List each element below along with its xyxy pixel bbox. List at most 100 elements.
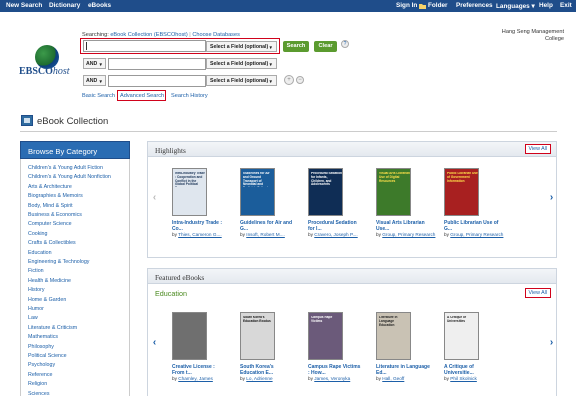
category-link[interactable]: Law (28, 315, 38, 321)
book-cover[interactable]: Public Librarian Use of Government Infor… (444, 168, 479, 216)
category-link[interactable]: Home & Garden (28, 297, 66, 303)
add-row-icon[interactable]: + (284, 75, 294, 85)
category-link[interactable]: Religion (28, 381, 47, 387)
category-link[interactable]: Crafts & Collectibles (28, 240, 76, 246)
book-author-link[interactable]: Hall, Geoff (382, 376, 404, 381)
clear-button[interactable]: Clear (314, 40, 337, 52)
category-link[interactable]: Humor (28, 306, 44, 312)
book-author: by Cravero, Joseph P.... (308, 232, 368, 238)
book-author-link[interactable]: Group, Primary Research (450, 232, 503, 237)
search-input-2[interactable] (108, 57, 206, 70)
book-title-link[interactable]: South Korea's Education E... (240, 364, 295, 376)
category-link[interactable]: Political Science (28, 353, 67, 359)
book-cover-text: Visual Arts Librarian Use of Digital Res… (379, 172, 410, 183)
featured-subtitle: Education (155, 289, 187, 298)
book-title-link[interactable]: Visual Arts Librarian Use... (376, 220, 431, 232)
category-link[interactable]: Mathematics (28, 334, 58, 340)
book-cover-text (175, 316, 206, 331)
category-link[interactable]: Philosophy (28, 344, 54, 350)
category-link[interactable]: Health & Medicine (28, 278, 71, 284)
help-link[interactable]: Help (539, 2, 553, 9)
category-link[interactable]: Education (28, 250, 52, 256)
search-history-link[interactable]: Search History (171, 93, 208, 99)
book-title-link[interactable]: Procedural Sedation for I... (308, 220, 363, 232)
remove-row-icon[interactable]: − (296, 76, 304, 84)
category-link[interactable]: Reference (28, 372, 52, 378)
book-title-link[interactable]: Intra-Industry Trade : Co... (172, 220, 227, 232)
book-cover[interactable]: Visual Arts Librarian Use of Digital Res… (376, 168, 411, 216)
book-title-link[interactable]: Guidelines for Air and G... (240, 220, 295, 232)
field-select-1[interactable]: Select a Field (optional) ▼ (206, 40, 277, 52)
book-cover-text: Intra-Industry Trade : Cooperation and C… (175, 172, 205, 187)
folder-link[interactable]: Folder (428, 2, 448, 9)
book-author-prefix: by (444, 232, 449, 237)
book-author-link[interactable]: Lo, Adrienne (246, 376, 272, 381)
book-author-link[interactable]: Cravero, Joseph P.... (314, 232, 357, 237)
highlights-next-arrow[interactable]: › (548, 190, 555, 206)
sign-in-link[interactable]: Sign In (396, 2, 417, 9)
exit-link[interactable]: Exit (560, 2, 572, 9)
category-link[interactable]: Biographies & Memoirs (28, 193, 83, 199)
ebooks-link[interactable]: eBooks (88, 2, 111, 9)
ebook-collection-icon (21, 115, 33, 126)
featured-view-all[interactable]: View All (524, 288, 551, 298)
book-title-link[interactable]: Literature in Language Ed... (376, 364, 431, 376)
book-cover[interactable]: Guidelines for Air and Ground Transport … (240, 168, 275, 216)
highlights-view-all[interactable]: View All (524, 144, 551, 154)
search-button[interactable]: Search (283, 40, 309, 52)
book-author-link[interactable]: Chamley, James (178, 376, 213, 381)
featured-prev-arrow[interactable]: ‹ (151, 335, 158, 351)
dictionary-link[interactable]: Dictionary (49, 2, 80, 9)
featured-title: Featured eBooks (155, 273, 205, 282)
book-author-link[interactable]: Group, Primary Research (382, 232, 435, 237)
field-select-3[interactable]: Select a Field (optional) ▼ (206, 75, 277, 86)
category-link[interactable]: Arts & Architecture (28, 184, 72, 190)
category-link[interactable]: Engineering & Technology (28, 259, 89, 265)
book-cover[interactable]: Intra-Industry Trade : Cooperation and C… (172, 168, 207, 216)
book-title-link[interactable]: Creative License : From t... (172, 364, 227, 376)
book-author-link[interactable]: Insoft, Robert M.... (246, 232, 285, 237)
book-author: by Group, Primary Research (376, 232, 436, 238)
book-author-link[interactable]: James, Veronyka (314, 376, 350, 381)
search-input-3[interactable] (108, 74, 206, 87)
category-link[interactable]: History (28, 287, 44, 293)
search-input-1[interactable] (83, 40, 206, 52)
book-author-link[interactable]: Phil Skolnick (450, 376, 477, 381)
book-cover[interactable]: Literature in Language Education (376, 312, 411, 360)
featured-next-arrow[interactable]: › (548, 335, 555, 351)
book-cover-text: Procedural Sedation for Infants, Childre… (311, 172, 342, 187)
category-link[interactable]: Computer Science (28, 221, 72, 227)
preferences-link[interactable]: Preferences (456, 2, 493, 9)
book-title-link[interactable]: A Critique of Universitie... (444, 364, 499, 376)
category-link[interactable]: Children's & Young Adult Fiction (28, 165, 103, 171)
book-author-prefix: by (308, 376, 313, 381)
new-search-link[interactable]: New Search (6, 2, 42, 9)
field-select-2[interactable]: Select a Field (optional) ▼ (206, 58, 277, 69)
languages-menu[interactable]: Languages ▾ (496, 2, 535, 10)
category-link[interactable]: Body, Mind & Spirit (28, 203, 73, 209)
category-link[interactable]: Literature & Criticism (28, 325, 77, 331)
category-link[interactable]: Cooking (28, 231, 47, 237)
bool-select-3[interactable]: AND ▼ (83, 75, 106, 86)
ebsco-logo[interactable]: EBSCOhost (19, 45, 77, 83)
highlights-prev-arrow[interactable]: ‹ (151, 190, 158, 206)
category-link[interactable]: Business & Economics (28, 212, 82, 218)
book-author-link[interactable]: Thies, Cameron G.... (178, 232, 222, 237)
book-title-link[interactable]: Campus Rape Victims : How... (308, 364, 363, 376)
book-author: by Thies, Cameron G.... (172, 232, 232, 238)
bool-select-2[interactable]: AND ▼ (83, 58, 106, 69)
book-cover[interactable]: South Korea's Education Exodus (240, 312, 275, 360)
book-cover[interactable]: Campus Rape Victims (308, 312, 343, 360)
advanced-search-link[interactable]: Advanced Search (120, 93, 164, 99)
book-author-prefix: by (376, 232, 381, 237)
help-icon[interactable]: ? (341, 40, 349, 48)
category-link[interactable]: Sciences (28, 391, 50, 396)
category-link[interactable]: Children's & Young Adult Nonfiction (28, 174, 111, 180)
book-title-link[interactable]: Public Librarian Use of G... (444, 220, 499, 232)
book-cover[interactable]: Procedural Sedation for Infants, Childre… (308, 168, 343, 216)
category-link[interactable]: Psychology (28, 362, 55, 368)
basic-search-link[interactable]: Basic Search (82, 93, 115, 99)
book-cover[interactable]: A Critique of Universities (444, 312, 479, 360)
book-cover[interactable] (172, 312, 207, 360)
category-link[interactable]: Fiction (28, 268, 44, 274)
